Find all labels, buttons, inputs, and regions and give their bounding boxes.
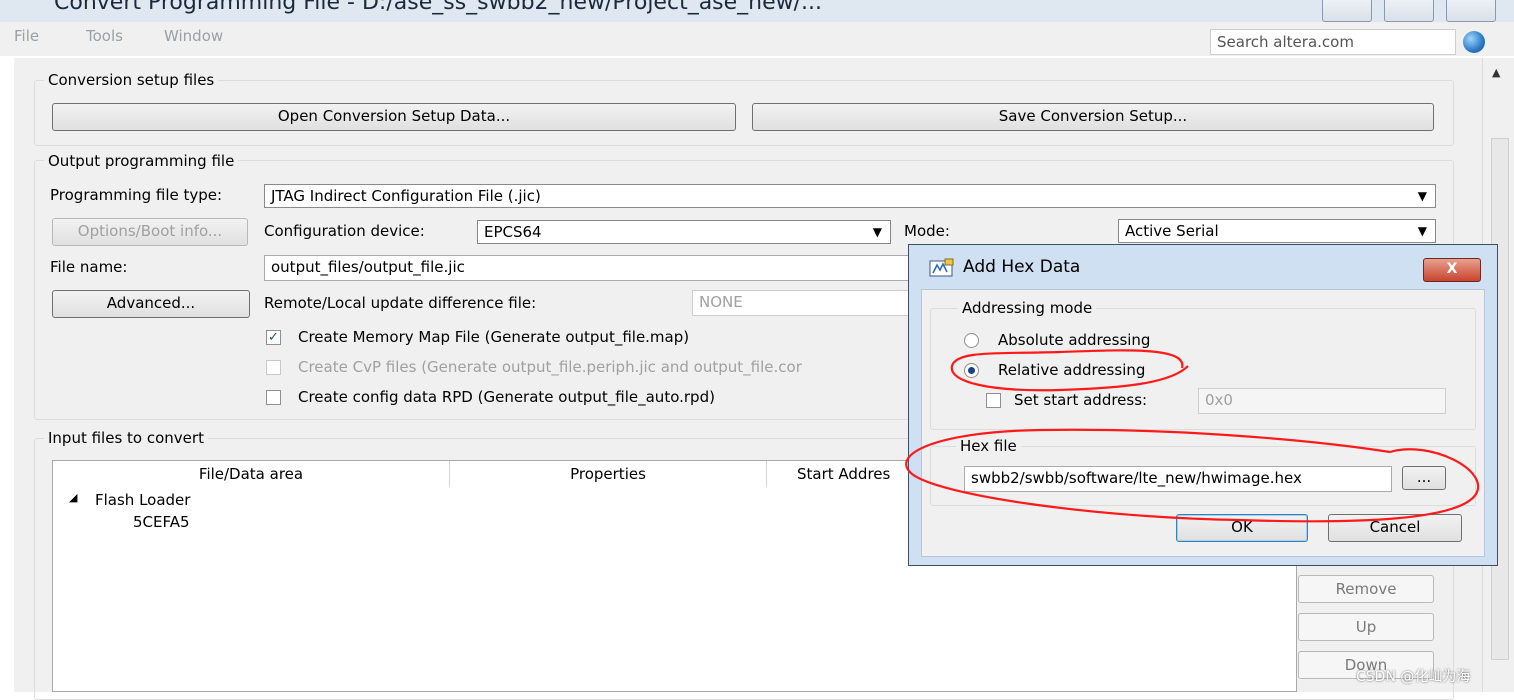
config-device-label: Configuration device: xyxy=(264,222,425,240)
hex-file-input[interactable]: swbb2/swbb/software/lte_new/hwimage.hex xyxy=(964,466,1392,492)
window-title-bar: Convert Programming File - D:/ase_ss_swb… xyxy=(0,0,1514,23)
mode-value: Active Serial xyxy=(1125,222,1219,240)
config-device-value: EPCS64 xyxy=(484,223,542,241)
absolute-addressing-label: Absolute addressing xyxy=(998,331,1151,349)
chevron-down-icon: ▼ xyxy=(1417,224,1427,238)
add-hex-data-dialog: Add Hex Data X Addressing mode Absolute … xyxy=(908,244,1498,566)
menu-file[interactable]: File xyxy=(14,27,39,45)
mode-label: Mode: xyxy=(904,222,950,240)
cvp-label: Create CvP files (Generate output_file.p… xyxy=(298,358,802,376)
dialog-close-button[interactable]: X xyxy=(1423,258,1481,282)
remove-button[interactable]: Remove xyxy=(1298,575,1434,603)
remote-update-label: Remote/Local update difference file: xyxy=(264,294,537,312)
menu-tools[interactable]: Tools xyxy=(86,27,123,45)
scroll-up-icon[interactable]: ▲ xyxy=(1492,66,1500,79)
advanced-button[interactable]: Advanced... xyxy=(52,290,250,318)
file-type-select[interactable]: JTAG Indirect Configuration File (.jic) … xyxy=(264,184,1436,208)
file-name-label: File name: xyxy=(50,258,128,276)
menu-window[interactable]: Window xyxy=(164,27,223,45)
file-name-input[interactable]: output_files/output_file.jic xyxy=(264,255,924,281)
search-input[interactable]: Search altera.com xyxy=(1210,29,1456,55)
watermark-text: CSDN @化屾为海 xyxy=(1356,669,1471,685)
conversion-setup-label: Conversion setup files xyxy=(44,71,219,89)
input-files-label: Input files to convert xyxy=(44,429,208,447)
globe-icon[interactable] xyxy=(1463,31,1485,53)
tree-item-flash-loader[interactable]: Flash Loader xyxy=(95,491,190,509)
memory-map-label: Create Memory Map File (Generate output_… xyxy=(298,328,690,346)
chevron-down-icon: ▼ xyxy=(872,225,882,239)
file-type-label: Programming file type: xyxy=(50,186,223,204)
tree-item-device[interactable]: 5CEFA5 xyxy=(133,513,190,531)
mode-select[interactable]: Active Serial ▼ xyxy=(1118,219,1436,243)
remote-update-input[interactable]: NONE xyxy=(692,290,922,316)
dialog-body: Addressing mode Absolute addressing Rela… xyxy=(921,289,1485,557)
maximize-button[interactable] xyxy=(1384,0,1434,22)
close-window-button[interactable] xyxy=(1446,0,1496,22)
output-programming-label: Output programming file xyxy=(44,152,239,170)
open-conversion-setup-button[interactable]: Open Conversion Setup Data... xyxy=(52,103,736,131)
cancel-button[interactable]: Cancel xyxy=(1328,514,1462,542)
column-file-data-area[interactable]: File/Data area xyxy=(53,461,450,487)
column-properties[interactable]: Properties xyxy=(450,461,767,487)
set-start-address-checkbox[interactable] xyxy=(986,393,1001,408)
ok-button[interactable]: OK xyxy=(1176,514,1308,542)
memory-map-checkbox[interactable]: ✓ xyxy=(266,330,281,345)
expand-triangle-icon[interactable]: ◢ xyxy=(69,491,77,504)
file-type-value: JTAG Indirect Configuration File (.jic) xyxy=(271,187,541,205)
cvp-checkbox[interactable] xyxy=(266,360,281,375)
up-button[interactable]: Up xyxy=(1298,613,1434,641)
browse-button[interactable]: ... xyxy=(1402,466,1446,490)
relative-addressing-radio[interactable] xyxy=(964,363,979,378)
hex-data-icon xyxy=(929,258,954,277)
minimize-button[interactable] xyxy=(1322,0,1372,22)
chevron-down-icon: ▼ xyxy=(1417,189,1427,203)
config-device-select[interactable]: EPCS64 ▼ xyxy=(477,220,891,244)
addressing-mode-label: Addressing mode xyxy=(958,299,1097,317)
rpd-checkbox[interactable] xyxy=(266,390,281,405)
hex-file-label: Hex file xyxy=(956,437,1021,455)
window-title: Convert Programming File - D:/ase_ss_swb… xyxy=(54,0,823,15)
absolute-addressing-radio[interactable] xyxy=(964,333,979,348)
rpd-label: Create config data RPD (Generate output_… xyxy=(298,388,715,406)
options-boot-info-button[interactable]: Options/Boot info... xyxy=(52,218,248,246)
save-conversion-setup-button[interactable]: Save Conversion Setup... xyxy=(752,103,1434,131)
set-start-address-label: Set start address: xyxy=(1014,391,1148,409)
start-address-input[interactable]: 0x0 xyxy=(1198,388,1446,414)
dialog-title: Add Hex Data xyxy=(963,257,1081,277)
relative-addressing-label: Relative addressing xyxy=(998,361,1146,379)
